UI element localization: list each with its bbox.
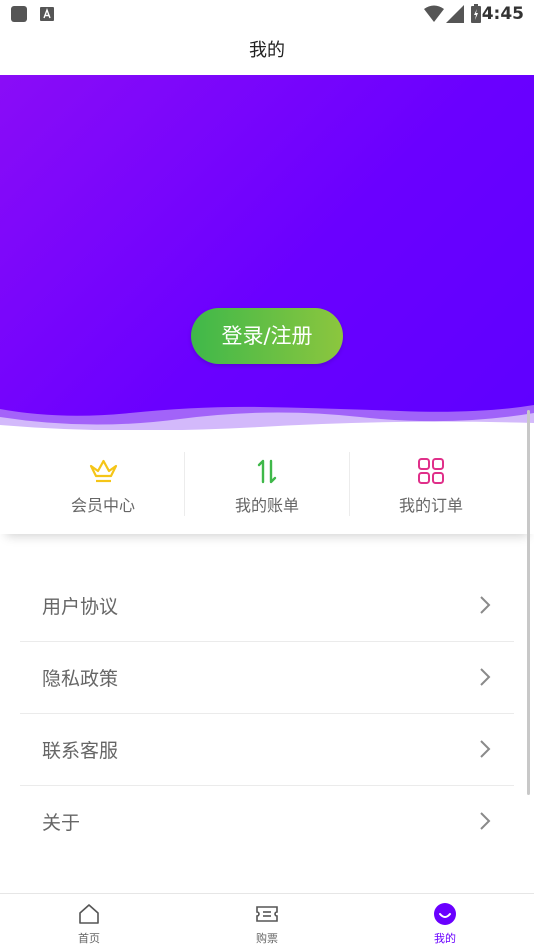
font-notification-icon bbox=[40, 7, 54, 21]
menu-item-privacy-policy[interactable]: 隐私政策 bbox=[20, 642, 514, 714]
shortcut-label: 我的账单 bbox=[234, 496, 299, 515]
battery-icon bbox=[471, 4, 481, 23]
chevron-right-icon bbox=[480, 596, 491, 614]
my-orders-shortcut[interactable]: 我的订单 bbox=[342, 430, 520, 534]
member-center-shortcut[interactable]: 会员中心 bbox=[14, 430, 192, 534]
tab-label: 我的 bbox=[434, 932, 456, 945]
page-title: 我的 bbox=[0, 28, 534, 74]
chevron-right-icon bbox=[480, 740, 491, 758]
menu-item-label: 联系客服 bbox=[42, 740, 119, 762]
settings-menu: 用户协议 隐私政策 联系客服 关于 bbox=[20, 570, 514, 857]
profile-header: 登录/注册 bbox=[0, 75, 534, 435]
tab-label: 购票 bbox=[256, 932, 278, 945]
scrollbar[interactable] bbox=[527, 410, 530, 795]
crown-icon bbox=[89, 459, 118, 483]
chevron-right-icon bbox=[480, 668, 491, 686]
ticket-icon bbox=[256, 906, 278, 922]
shortcut-label: 会员中心 bbox=[70, 496, 135, 515]
chevron-right-icon bbox=[480, 812, 491, 830]
transfer-arrows-icon bbox=[257, 459, 277, 484]
app-notification-icon bbox=[11, 6, 27, 22]
tab-tickets[interactable]: 购票 bbox=[178, 894, 356, 951]
smile-icon bbox=[434, 903, 456, 925]
menu-item-user-agreement[interactable]: 用户协议 bbox=[20, 570, 514, 642]
menu-item-about[interactable]: 关于 bbox=[20, 786, 514, 857]
menu-item-label: 用户协议 bbox=[42, 596, 119, 618]
status-time: 4:45 bbox=[481, 4, 524, 24]
shortcut-label: 我的订单 bbox=[398, 496, 463, 515]
menu-item-label: 关于 bbox=[42, 812, 81, 834]
tab-home[interactable]: 首页 bbox=[0, 894, 178, 951]
cellular-signal-icon bbox=[446, 5, 464, 23]
shortcut-card: 会员中心 我的账单 我的订单 bbox=[0, 430, 534, 534]
status-bar: 4:45 bbox=[0, 0, 534, 28]
login-register-button[interactable]: 登录/注册 bbox=[191, 308, 343, 364]
bottom-tab-bar: 首页 购票 我的 bbox=[0, 893, 534, 951]
wifi-icon bbox=[424, 5, 444, 22]
menu-item-label: 隐私政策 bbox=[42, 668, 119, 690]
grid-icon bbox=[418, 458, 444, 484]
my-bills-shortcut[interactable]: 我的账单 bbox=[178, 430, 356, 534]
menu-item-contact-support[interactable]: 联系客服 bbox=[20, 714, 514, 786]
home-icon bbox=[79, 904, 99, 924]
tab-label: 首页 bbox=[78, 932, 100, 945]
tab-mine[interactable]: 我的 bbox=[356, 894, 534, 951]
